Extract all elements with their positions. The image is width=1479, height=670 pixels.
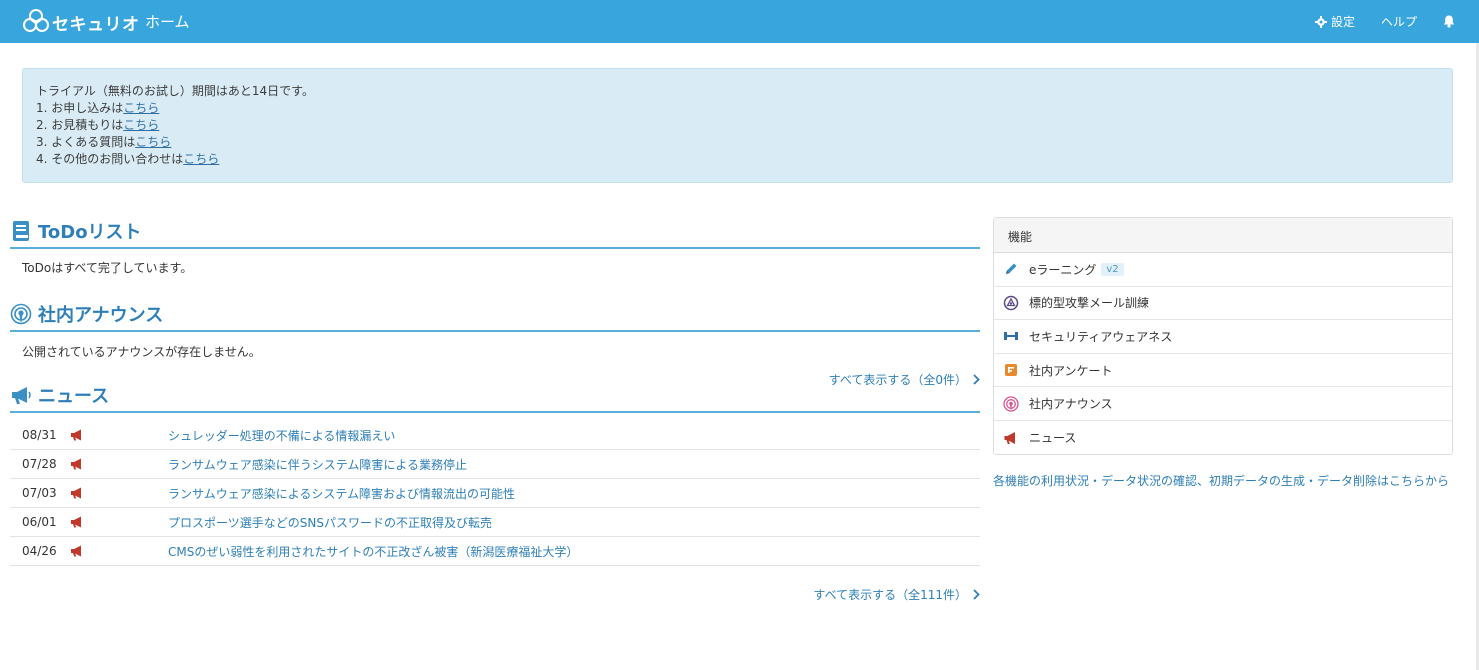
broadcast-icon: [1003, 396, 1019, 412]
nav-home-link[interactable]: ホーム: [145, 11, 190, 32]
feature-label: 標的型攻撃メール訓練: [1029, 296, 1150, 311]
feature-label: ニュース: [1029, 431, 1077, 446]
apply-link[interactable]: こちら: [123, 101, 159, 115]
features-panel: 機能 eラーニング v2 標的型攻撃メール訓練 セキュリティアウェアネス 社内ア…: [993, 217, 1453, 455]
todo-header: ToDoリスト: [10, 215, 980, 249]
help-link[interactable]: ヘルプ: [1381, 13, 1417, 30]
trial-message: トライアル（無料のお試し）期間はあと14日です。: [36, 84, 314, 98]
megaphone-icon: [71, 545, 81, 557]
megaphone-icon: [71, 516, 81, 528]
book-icon: [13, 221, 29, 241]
news-row: 06/01 プロスポーツ選手などのSNSパスワードの不正取得及び転売: [10, 508, 980, 537]
announce-empty-text: 公開されているアナウンスが存在しません。: [22, 345, 261, 359]
alert-item: 1. お申し込みはこちら: [36, 101, 160, 115]
news-header: ニュース: [10, 379, 980, 413]
news-date: 07/28: [22, 457, 57, 471]
news-list: 08/31 シュレッダー処理の不備による情報漏えい 07/28 ランサムウェア感…: [10, 421, 980, 566]
megaphone-icon: [71, 429, 81, 441]
logo-icon: [23, 9, 49, 32]
news-row: 08/31 シュレッダー処理の不備による情報漏えい: [10, 421, 980, 450]
announce-header: 社内アナウンス: [10, 298, 980, 332]
contact-link[interactable]: こちら: [183, 152, 219, 166]
dumbbell-icon: [1004, 332, 1018, 341]
news-link[interactable]: CMSのぜい弱性を利用されたサイトの不正改ざん被害（新潟医療福祉大学）: [168, 543, 578, 560]
brand-logo[interactable]: セキュリオ: [22, 8, 140, 36]
phishing-icon: [1003, 295, 1019, 311]
news-date: 08/31: [22, 428, 57, 442]
alert-item: 2. お見積もりはこちら: [36, 118, 160, 132]
news-date: 04/26: [22, 544, 57, 558]
feature-awareness[interactable]: セキュリティアウェアネス: [994, 320, 1452, 354]
news-link[interactable]: ランサムウェア感染によるシステム障害および情報流出の可能性: [168, 485, 515, 502]
version-badge: v2: [1101, 262, 1124, 276]
feature-news[interactable]: ニュース: [994, 421, 1452, 455]
feature-label: 社内アンケート: [1029, 363, 1113, 378]
notifications-button[interactable]: [1443, 15, 1455, 28]
broadcast-icon: [10, 303, 32, 325]
chevron-right-icon: [973, 589, 980, 600]
alert-item: 4. その他のお問い合わせはこちら: [36, 152, 220, 166]
feature-survey[interactable]: 社内アンケート: [994, 354, 1452, 388]
news-row: 07/28 ランサムウェア感染に伴うシステム障害による業務停止: [10, 450, 980, 479]
alert-item: 3. よくある質問はこちら: [36, 135, 172, 149]
feature-status-link[interactable]: 各機能の利用状況・データ状況の確認、初期データの生成・データ削除はこちらから: [993, 472, 1449, 489]
news-row: 04/26 CMSのぜい弱性を利用されたサイトの不正改ざん被害（新潟医療福祉大学…: [10, 537, 980, 566]
bell-icon: [1443, 15, 1455, 28]
megaphone-icon: [71, 487, 81, 499]
news-row: 07/03 ランサムウェア感染によるシステム障害および情報流出の可能性: [10, 479, 980, 508]
top-navbar: セキュリオ ホーム 設定 ヘルプ: [0, 0, 1479, 43]
nav-right: 設定 ヘルプ: [1314, 0, 1455, 43]
feature-phishing-training[interactable]: 標的型攻撃メール訓練: [994, 287, 1452, 321]
feature-label: 社内アナウンス: [1029, 397, 1113, 412]
quote-link[interactable]: こちら: [123, 118, 159, 132]
settings-link[interactable]: 設定: [1314, 13, 1355, 30]
feature-label: セキュリティアウェアネス: [1029, 329, 1173, 344]
survey-icon: [1005, 364, 1017, 377]
todo-empty-text: ToDoはすべて完了しています。: [22, 261, 193, 275]
news-link[interactable]: プロスポーツ選手などのSNSパスワードの不正取得及び転売: [168, 514, 492, 531]
news-title: ニュース: [38, 386, 110, 407]
todo-title: ToDoリスト: [38, 222, 142, 243]
news-date: 06/01: [22, 515, 57, 529]
trial-alert: トライアル（無料のお試し）期間はあと14日です。 1. お申し込みはこちら 2.…: [22, 68, 1453, 183]
megaphone-icon: [1004, 431, 1015, 444]
gear-icon: [1314, 15, 1327, 28]
settings-label: 設定: [1330, 15, 1355, 29]
megaphone-icon: [12, 387, 31, 404]
feature-label: eラーニング: [1029, 262, 1097, 277]
news-date: 07/03: [22, 486, 57, 500]
features-heading: 機能: [994, 218, 1452, 253]
feature-announce[interactable]: 社内アナウンス: [994, 387, 1452, 421]
announce-title: 社内アナウンス: [38, 305, 164, 326]
pencil-icon: [1006, 263, 1017, 275]
brand-name: セキュリオ: [52, 14, 140, 35]
feature-elearning[interactable]: eラーニング v2: [994, 253, 1452, 287]
news-link[interactable]: ランサムウェア感染に伴うシステム障害による業務停止: [168, 456, 467, 473]
news-show-all-bottom[interactable]: すべて表示する（全111件）: [813, 586, 980, 603]
megaphone-icon: [71, 458, 81, 470]
faq-link[interactable]: こちら: [135, 135, 171, 149]
news-link[interactable]: シュレッダー処理の不備による情報漏えい: [168, 427, 395, 444]
